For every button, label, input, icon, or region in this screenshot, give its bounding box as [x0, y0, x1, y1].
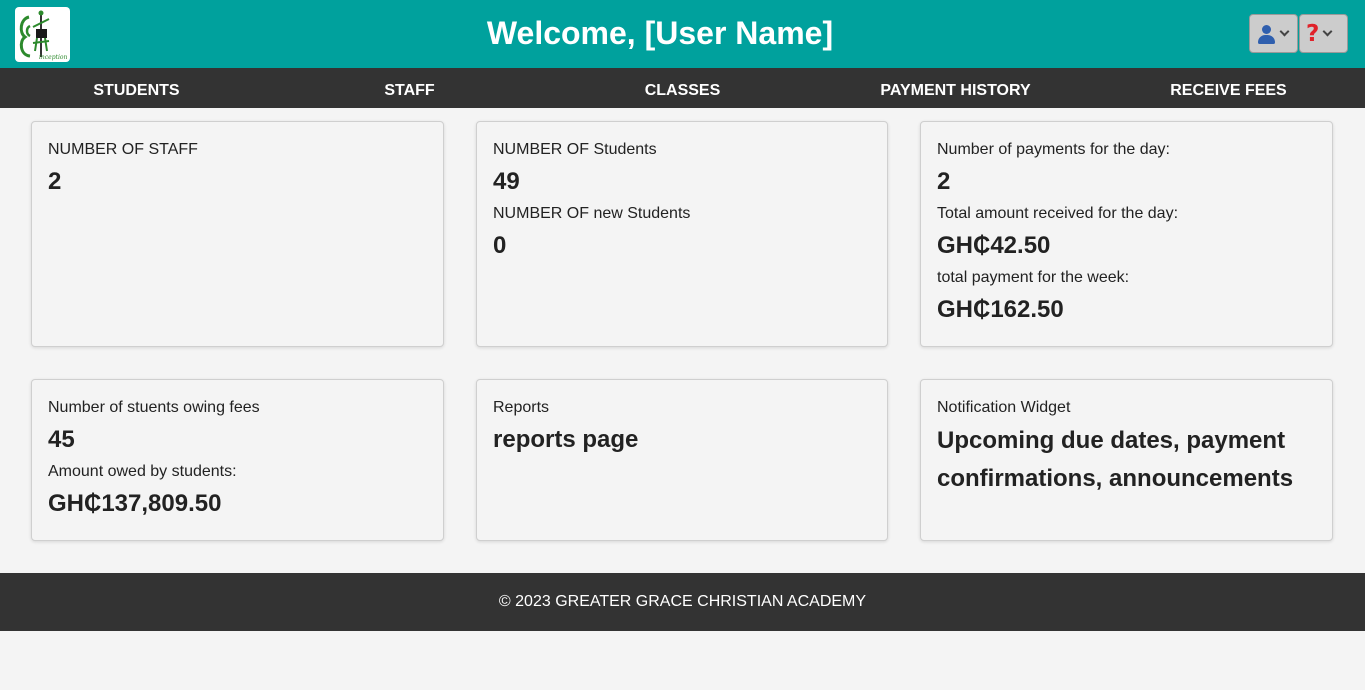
main-nav: Students Staff Classes Payment History R… — [0, 68, 1365, 108]
page-title: Welcome, [User Name] — [486, 15, 834, 51]
payments-count-label: Number of payments for the day: — [937, 141, 1170, 158]
question-mark-icon: ? — [1306, 20, 1320, 47]
nav-item-staff[interactable]: Staff — [273, 68, 546, 108]
day-total-label: Total amount received for the day: — [937, 205, 1179, 222]
students-count-value: 49 — [493, 168, 520, 195]
owing-fees-card: Number of stuents owing fees 45 Amount o… — [31, 379, 444, 541]
user-menu-select[interactable] — [1249, 14, 1298, 53]
new-students-value: 0 — [493, 232, 507, 259]
students-count-label: NUMBER OF Students — [493, 141, 657, 158]
staff-count-value: 2 — [48, 168, 62, 195]
day-total-value: GH₵42.50 — [937, 232, 1051, 259]
nav-item-receive-fees[interactable]: Receive Fees — [1092, 68, 1365, 108]
owed-amount-value: GH₵137,809.50 — [48, 490, 222, 517]
user-icon — [1256, 24, 1276, 44]
footer: © 2023 GREATER GRACE CHRISTIAN ACADEMY — [0, 573, 1365, 631]
owing-count-value: 45 — [48, 426, 75, 453]
reports-label: Reports — [493, 399, 550, 416]
reports-link[interactable]: reports page — [493, 426, 871, 454]
header: inception Welcome, [User Name] ? — [0, 0, 1365, 68]
reports-card: Reports reports page — [476, 379, 888, 541]
chevron-down-icon — [1322, 26, 1333, 37]
week-total-label: total payment for the week: — [937, 269, 1130, 286]
notification-widget-card: Notification Widget Upcoming due dates, … — [920, 379, 1333, 541]
owing-count-label: Number of stuents owing fees — [48, 399, 260, 416]
nav-item-students[interactable]: Students — [0, 68, 273, 108]
payments-count-value: 2 — [937, 168, 951, 195]
new-students-label: NUMBER OF new Students — [493, 205, 691, 222]
owed-amount-label: Amount owed by students: — [48, 463, 237, 480]
notification-widget-label: Notification Widget — [937, 399, 1071, 416]
payments-card: Number of payments for the day: 2 Total … — [920, 121, 1333, 347]
school-logo-icon[interactable]: inception — [15, 7, 70, 62]
chevron-down-icon — [1279, 26, 1290, 37]
week-total-value: GH₵162.50 — [937, 296, 1064, 323]
students-count-card: NUMBER OF Students 49 NUMBER OF new Stud… — [476, 121, 888, 347]
help-menu-select[interactable]: ? — [1299, 14, 1348, 53]
staff-count-card: NUMBER OF STAFF 2 — [31, 121, 444, 347]
staff-count-label: NUMBER OF STAFF — [48, 141, 198, 158]
svg-text:inception: inception — [39, 54, 67, 61]
nav-item-payment-history[interactable]: Payment History — [819, 68, 1092, 108]
notification-widget-text: Upcoming due dates, payment confirmation… — [937, 427, 1294, 492]
nav-item-classes[interactable]: Classes — [546, 68, 819, 108]
